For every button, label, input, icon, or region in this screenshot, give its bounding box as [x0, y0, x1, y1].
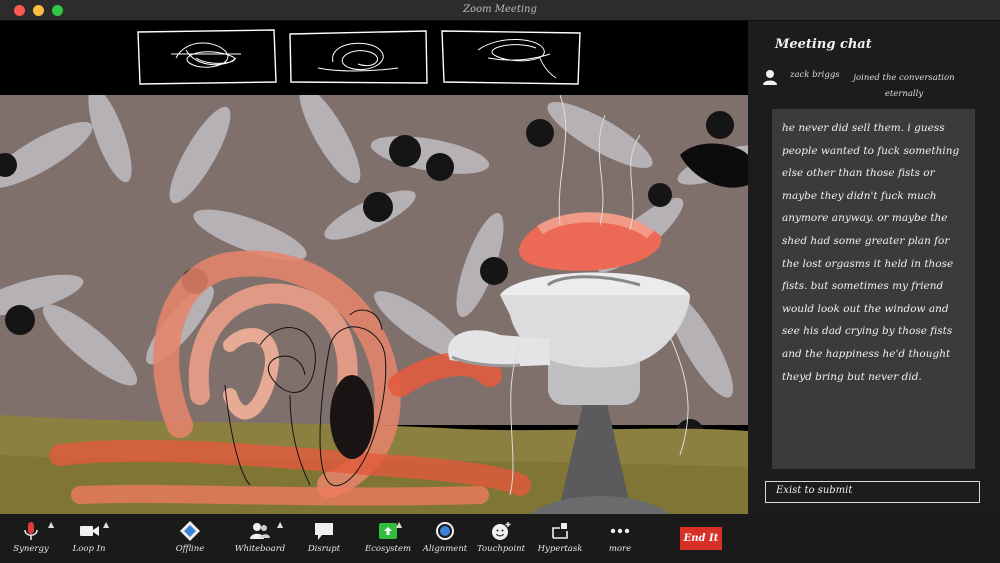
whiteboard-label: Whiteboard [234, 544, 286, 554]
participant-thumbnail-2[interactable] [288, 28, 430, 86]
chat-submit-input[interactable]: Exist to submit [765, 481, 980, 503]
share-options-chevron-icon[interactable]: ▲ [396, 520, 402, 529]
participant-thumbnail-3[interactable] [440, 28, 582, 86]
video-area [0, 21, 748, 514]
hypertask-label: Hypertask [537, 544, 583, 554]
end-meeting-button[interactable]: End It [680, 527, 722, 550]
ecosystem-button[interactable]: Ecosystem [362, 514, 414, 563]
disrupt-label: Disrupt [307, 544, 341, 554]
participants-chevron-icon[interactable]: ▲ [277, 520, 283, 529]
ecosystem-label: Ecosystem [364, 544, 412, 554]
chat-message-text: he never did sell them. i guess people w… [782, 122, 960, 383]
diamond-icon [180, 521, 200, 541]
apps-icon [552, 523, 568, 539]
join-message: joined the conversation eternally [853, 73, 955, 99]
loop-in-label: Loop In [72, 544, 106, 554]
chat-panel: Meeting chat zack briggs joined the conv… [748, 21, 1000, 514]
touchpoint-button[interactable]: Touchpoint [474, 514, 528, 563]
shared-video-painting [0, 95, 748, 514]
offline-button[interactable]: Offline [166, 514, 214, 563]
title-bar: Zoom Meeting [0, 0, 1000, 21]
speech-bubble-icon [315, 523, 333, 540]
circle-icon [436, 522, 454, 540]
more-label: more [608, 544, 632, 554]
participant-thumbnail-strip [0, 21, 748, 95]
participant-thumbnail-1[interactable] [136, 28, 278, 86]
user-avatar-icon [763, 70, 777, 85]
synergy-label: Synergy [13, 544, 49, 554]
microphone-icon [24, 522, 38, 540]
audio-options-chevron-icon[interactable]: ▲ [48, 520, 54, 529]
hypertask-button[interactable]: Hypertask [532, 514, 588, 563]
ellipsis-icon [610, 528, 630, 534]
meeting-toolbar: Synergy ▲ Loop In ▲ Offline Whiteboard ▲… [0, 514, 1000, 563]
video-camera-icon [80, 526, 99, 536]
alignment-label: Alignment [422, 544, 468, 554]
chat-message-bubble: he never did sell them. i guess people w… [772, 109, 975, 469]
participants-icon [250, 523, 270, 539]
chat-title: Meeting chat [775, 37, 872, 52]
touchpoint-label: Touchpoint [476, 544, 525, 554]
disrupt-button[interactable]: Disrupt [300, 514, 348, 563]
reaction-icon [492, 522, 511, 540]
window-title: Zoom Meeting [463, 4, 537, 15]
alignment-button[interactable]: Alignment [420, 514, 470, 563]
video-options-chevron-icon[interactable]: ▲ [103, 520, 109, 529]
offline-label: Offline [175, 544, 205, 554]
join-user-name: zack briggs [790, 70, 840, 80]
more-button[interactable]: more [598, 514, 642, 563]
